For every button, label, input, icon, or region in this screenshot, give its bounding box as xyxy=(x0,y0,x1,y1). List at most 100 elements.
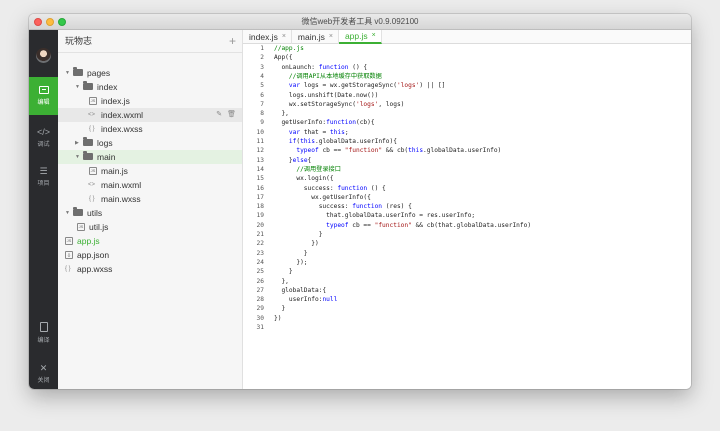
code-line[interactable]: App({ xyxy=(274,53,293,62)
maximize-window-button[interactable] xyxy=(58,18,66,26)
code-line[interactable]: } xyxy=(274,267,293,276)
tree-item-utils-folder[interactable]: ▼ utils xyxy=(58,206,242,220)
line-number: 9 xyxy=(260,119,264,127)
code-line[interactable]: } xyxy=(274,249,308,258)
code-line[interactable]: var logs = wx.getStorageSync('logs') || … xyxy=(274,81,445,90)
project-header: 玩物志 + xyxy=(58,30,242,53)
folder-icon xyxy=(73,207,83,216)
close-tab-icon[interactable]: × xyxy=(372,29,376,43)
code-line[interactable]: }); xyxy=(274,258,307,267)
js-file-icon: JS xyxy=(77,223,85,231)
code-line[interactable]: success: function (res) { xyxy=(274,202,412,211)
trash-icon[interactable]: 🗑 xyxy=(227,111,236,118)
tree-item-main-js[interactable]: JS main.js xyxy=(58,164,242,178)
avatar[interactable] xyxy=(36,48,51,63)
tree-item-main-folder[interactable]: ▼ main xyxy=(58,150,242,164)
line-number: 25 xyxy=(256,268,264,276)
line-number: 5 xyxy=(260,82,264,90)
code-line[interactable]: }) xyxy=(274,239,318,248)
folder-icon xyxy=(83,81,93,90)
code-area[interactable]: 1 //app.js 2 App({3 onLaunch: function () {… xyxy=(243,44,691,389)
tree-item-label: main xyxy=(97,152,116,162)
tree-item-index-wxml[interactable]: <> index.wxml ✎ 🗑 xyxy=(58,108,242,122)
code-line[interactable]: wx.login({ xyxy=(274,174,333,183)
sidebar-item-project[interactable]: ☰ 项目 xyxy=(29,158,58,196)
tree-item-app-wxss[interactable]: { } app.wxss xyxy=(58,262,242,276)
js-file-icon: JS xyxy=(89,97,97,105)
tree-item-main-wxss[interactable]: { } main.wxss xyxy=(58,192,242,206)
code-line[interactable]: }) xyxy=(274,314,281,323)
sidebar-item-label: 编辑 xyxy=(37,100,50,106)
code-line[interactable]: //app.js xyxy=(274,44,304,53)
line-number: 10 xyxy=(256,128,264,136)
line-number: 16 xyxy=(256,184,264,192)
close-icon: ✕ xyxy=(39,363,48,373)
tree-item-index-folder[interactable]: ▼ index xyxy=(58,80,242,94)
code-line[interactable]: }else{ xyxy=(274,156,311,165)
tree-item-label: index.js xyxy=(101,96,130,106)
tree-item-index-js[interactable]: JS index.js xyxy=(58,94,242,108)
code-line[interactable]: var that = this; xyxy=(274,128,349,137)
tree-item-label: utils xyxy=(87,208,103,218)
code-line[interactable]: } xyxy=(274,304,285,313)
line-number: 22 xyxy=(256,240,264,248)
compile-icon xyxy=(39,322,48,332)
code-line[interactable]: if(this.globalData.userInfo){ xyxy=(274,137,397,146)
tree-item-logs-folder[interactable]: ▶ logs xyxy=(58,136,242,150)
tree-item-label: logs xyxy=(97,138,113,148)
code-line[interactable]: logs.unshift(Date.now()) xyxy=(274,91,378,100)
sidebar-item-edit[interactable]: 编辑 xyxy=(29,77,58,115)
code-line[interactable]: onLaunch: function () { xyxy=(274,63,367,72)
add-file-button[interactable]: + xyxy=(229,30,236,53)
tree-item-app-json[interactable]: {} app.json xyxy=(58,248,242,262)
sidebar-item-debug[interactable]: </> 调试 xyxy=(29,119,58,157)
left-sidebar: 编辑 </> 调试 ☰ 项目 编译 ✕ 关闭 xyxy=(29,30,58,389)
code-file-icon: <> xyxy=(88,182,96,188)
minimize-window-button[interactable] xyxy=(46,18,54,26)
code-line[interactable]: }, xyxy=(274,277,288,286)
tree-item-main-wxml[interactable]: <> main.wxml xyxy=(58,178,242,192)
code-line[interactable]: success: function () { xyxy=(274,184,386,193)
code-line[interactable]: typeof cb == "function" && cb(that.globa… xyxy=(274,221,531,230)
tree-item-index-wxss[interactable]: { } index.wxss xyxy=(58,122,242,136)
sidebar-item-close[interactable]: ✕ 关闭 xyxy=(29,355,58,389)
tree-item-app-js[interactable]: JS app.js xyxy=(58,234,242,248)
project-title: 玩物志 xyxy=(65,36,93,46)
caret-down-icon: ▼ xyxy=(75,84,80,90)
code-line[interactable]: userInfo:null xyxy=(274,295,337,304)
line-number: 7 xyxy=(260,100,264,108)
edit-icon xyxy=(38,86,49,94)
line-number: 1 xyxy=(260,45,264,52)
line-number: 18 xyxy=(256,203,264,211)
code-line[interactable]: wx.setStorageSync('logs', logs) xyxy=(274,100,405,109)
tree-item-label: index.wxss xyxy=(101,124,143,134)
code-line[interactable]: }, xyxy=(274,109,288,118)
tab-label: app.js xyxy=(344,31,368,41)
tree-item-label: app.js xyxy=(77,236,100,246)
code-line[interactable]: } xyxy=(274,230,323,239)
code-line[interactable]: wx.getUserInfo({ xyxy=(274,193,371,202)
code-line[interactable]: //调用登录接口 xyxy=(274,165,341,174)
caret-down-icon: ▼ xyxy=(65,70,70,76)
code-line[interactable]: that.globalData.userInfo = res.userInfo; xyxy=(274,211,475,220)
line-number: 12 xyxy=(256,147,264,155)
title-bar: 微信web开发者工具 v0.9.092100 xyxy=(29,14,691,30)
code-line[interactable]: //调用API从本地缓存中获取数据 xyxy=(274,72,382,81)
line-number: 13 xyxy=(256,156,264,164)
sidebar-item-compile[interactable]: 编译 xyxy=(29,313,58,351)
code-line[interactable]: typeof cb == "function" && cb(this.globa… xyxy=(274,146,501,155)
js-file-icon: JS xyxy=(89,167,97,175)
code-line[interactable]: getUserInfo:function(cb){ xyxy=(274,118,374,127)
line-number: 11 xyxy=(256,138,264,145)
row-actions: ✎ 🗑 xyxy=(211,108,236,122)
code-line[interactable]: globalData:{ xyxy=(274,286,326,295)
tree-item-util-js[interactable]: JS util.js xyxy=(58,220,242,234)
line-number: 23 xyxy=(256,249,264,257)
line-number: 29 xyxy=(256,305,264,313)
rename-icon[interactable]: ✎ xyxy=(216,111,222,118)
code-lines: 1 //app.js 2 App({3 onLaunch: function () {… xyxy=(243,42,691,389)
tree-item-pages[interactable]: ▼ pages xyxy=(58,66,242,80)
line-number: 20 xyxy=(256,221,264,229)
close-window-button[interactable] xyxy=(34,18,42,26)
caret-down-icon: ▼ xyxy=(65,210,70,216)
